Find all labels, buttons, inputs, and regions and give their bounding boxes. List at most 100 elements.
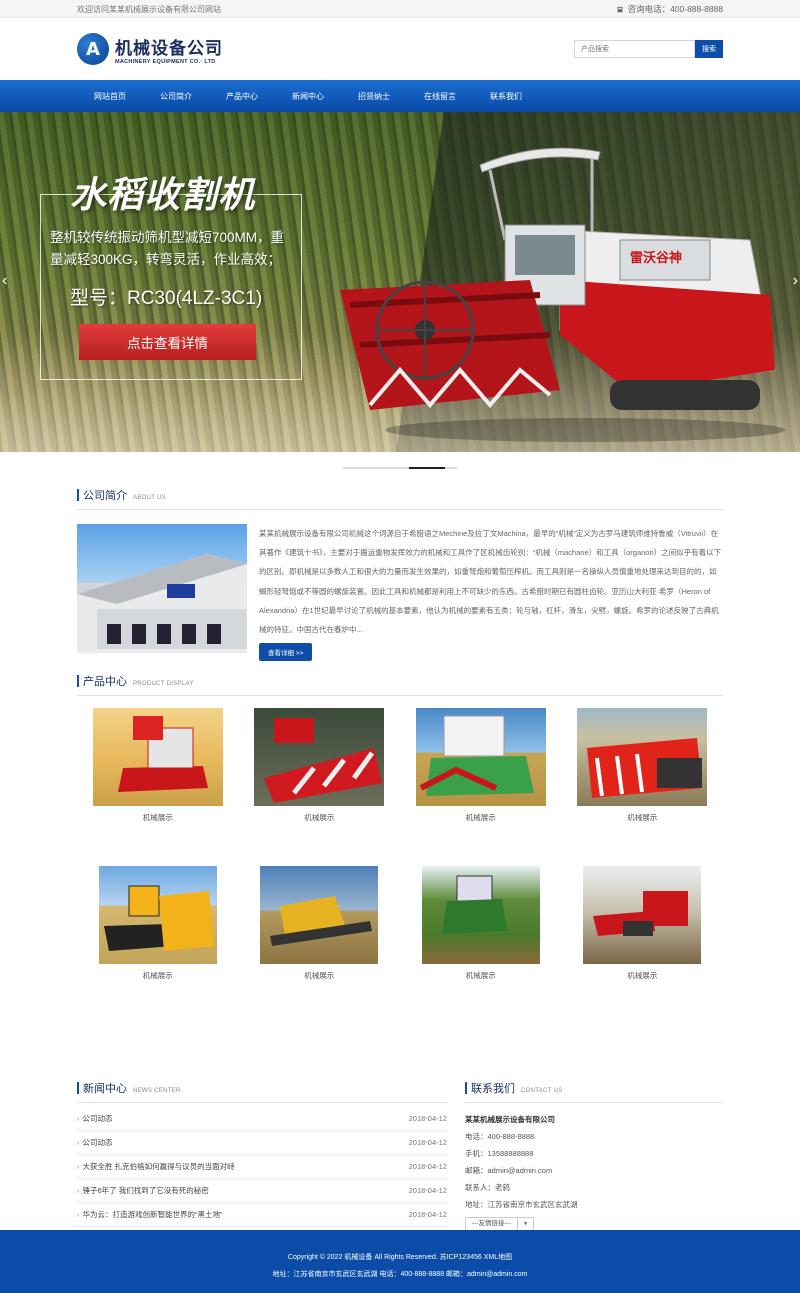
- slider-indicator: [0, 452, 800, 487]
- products-heading: 产品中心 PRODUCT DISPLAY: [77, 673, 723, 697]
- footer-contact: 地址：江苏省南京市玄武区玄武湖 电话：400-888-8888 邮箱：admin…: [272, 1271, 528, 1278]
- product-card[interactable]: 机械展示: [239, 866, 401, 1024]
- friend-links-label: ---友情链接---: [472, 1220, 511, 1228]
- nav-about[interactable]: 公司简介: [143, 91, 209, 102]
- contact-email: 邮箱：admin@admin.com: [465, 1166, 553, 1176]
- product-caption[interactable]: 机械展示: [77, 812, 239, 823]
- product-caption[interactable]: 机械展示: [400, 970, 562, 981]
- product-image[interactable]: [92, 708, 223, 807]
- product-caption[interactable]: 机械展示: [239, 970, 401, 981]
- content: 公司简介 ABOUT US 某某机械展示设备有限公司机械这个词源自于希腊语之Me…: [77, 487, 723, 1232]
- news-heading: 新闻中心 NEWS CENTER: [77, 1080, 447, 1104]
- news-item[interactable]: 锤子6年了 我们找到了它没有死的秘密 2018-04-12: [77, 1179, 447, 1204]
- products-subtitle: PRODUCT DISPLAY: [133, 681, 194, 688]
- news-item-date: 2018-04-12: [408, 1210, 447, 1220]
- news-item-title[interactable]: 大获全胜 扎克伯格如何赢得与议员的当面对峙: [77, 1161, 235, 1172]
- search-button[interactable]: 搜索: [695, 40, 723, 58]
- news-list: 公司动态 2018-04-12 公司动态 2018-04-12 大获全胜 扎克伯格如…: [77, 1107, 447, 1228]
- contact-section: 联系我们 CONTACT US 某某机械展示设备有限公司 电话：400-888-…: [465, 1080, 723, 1232]
- contact-subtitle: CONTACT US: [521, 1088, 563, 1095]
- about-section: 某某机械展示设备有限公司机械这个词源自于希腊语之Mechine及拉丁文Machi…: [77, 524, 723, 662]
- product-caption[interactable]: 机械展示: [239, 812, 401, 823]
- products-title: 产品中心: [83, 676, 127, 689]
- site-logo[interactable]: A 机械设备公司 MACHINERY EQUIPMENT CO.· LTD: [77, 33, 223, 65]
- company-building-image: [77, 524, 247, 653]
- harvester-image: 雷沃谷神: [340, 147, 785, 442]
- about-more-button[interactable]: 查看详细 >>: [259, 643, 313, 662]
- news-item[interactable]: 华为云：打造游戏创新智能世界的“黑土地” 2018-04-12: [77, 1203, 447, 1228]
- product-card[interactable]: 机械展示: [239, 708, 401, 866]
- banner-model: 型号：RC30(4LZ-3C1): [70, 288, 263, 309]
- banner-description: 整机较传统振动筛机型减短700MM，重量减轻300KG，转弯灵活，作业高效；: [50, 230, 285, 267]
- footer: Copyright © 2022 机械设备 All Rights Reserve…: [0, 1230, 800, 1293]
- product-image[interactable]: [577, 708, 708, 807]
- banner-detail-button[interactable]: 点击查看详情: [79, 324, 256, 360]
- news-item[interactable]: 大获全胜 扎克伯格如何赢得与议员的当面对峙 2018-04-12: [77, 1155, 447, 1180]
- product-image[interactable]: [583, 866, 702, 965]
- news-subtitle: NEWS CENTER: [133, 1088, 181, 1095]
- prev-slide-icon[interactable]: ‹: [2, 272, 7, 290]
- nav-contact[interactable]: 联系我们: [473, 91, 539, 102]
- product-image[interactable]: [254, 708, 385, 807]
- contact-person: 联系人：老鸫: [465, 1183, 510, 1193]
- product-card[interactable]: 机械展示: [400, 708, 562, 866]
- contact-mobile: 手机：13588888888: [465, 1149, 534, 1159]
- news-item[interactable]: 公司动态 2018-04-12: [77, 1131, 447, 1156]
- machine-brand: 雷沃谷神: [630, 250, 682, 266]
- contact-company: 某某机械展示设备有限公司: [465, 1115, 555, 1125]
- hotline: 咨询电话：400-888-8888: [616, 3, 723, 15]
- product-card[interactable]: 机械展示: [77, 708, 239, 866]
- product-card[interactable]: 机械展示: [400, 866, 562, 1024]
- news-item-title[interactable]: 公司动态: [77, 1113, 113, 1124]
- news-section: 新闻中心 NEWS CENTER 公司动态 2018-04-12 公司动态 2018…: [77, 1080, 447, 1231]
- banner-title: 水稻收割机: [70, 175, 256, 216]
- product-image[interactable]: [98, 866, 217, 965]
- logo-title: 机械设备公司: [115, 38, 223, 59]
- contact-title: 联系我们: [471, 1083, 515, 1096]
- phone-icon: [616, 6, 623, 12]
- product-card[interactable]: 机械展示: [562, 708, 724, 866]
- footer-copyright: Copyright © 2022 机械设备 All Rights Reserve…: [287, 1254, 513, 1261]
- nav-products[interactable]: 产品中心: [209, 91, 275, 102]
- logo-icon: A: [77, 33, 109, 65]
- hero-banner[interactable]: 雷沃谷神 水稻收割机 整机较传统振动筛机型减短700MM，重量减轻300KG，转…: [0, 112, 800, 452]
- product-image[interactable]: [415, 708, 546, 807]
- header: A 机械设备公司 MACHINERY EQUIPMENT CO.· LTD 搜索: [0, 18, 800, 80]
- product-caption[interactable]: 机械展示: [562, 812, 724, 823]
- slider-active-dot[interactable]: [409, 467, 445, 469]
- bottom-section: 新闻中心 NEWS CENTER 公司动态 2018-04-12 公司动态 2018…: [77, 1080, 723, 1232]
- product-caption[interactable]: 机械展示: [400, 812, 562, 823]
- hotline-text: 咨询电话：400-888-8888: [627, 4, 723, 14]
- product-card[interactable]: 机械展示: [77, 866, 239, 1024]
- top-bar: 欢迎访问某某机械展示设备有限公司网站 咨询电话：400-888-8888: [0, 0, 800, 18]
- chevron-down-icon[interactable]: ▼: [517, 1218, 533, 1231]
- news-title: 新闻中心: [83, 1083, 127, 1096]
- nav-jobs[interactable]: 招贤纳士: [341, 91, 407, 102]
- news-item-date: 2018-04-12: [408, 1162, 447, 1172]
- contact-heading: 联系我们 CONTACT US: [465, 1080, 723, 1104]
- news-item-title[interactable]: 华为云：打造游戏创新智能世界的“黑土地”: [77, 1209, 223, 1220]
- news-item[interactable]: 公司动态 2018-04-12: [77, 1107, 447, 1132]
- product-image[interactable]: [421, 866, 540, 965]
- next-slide-icon[interactable]: ›: [793, 272, 798, 290]
- product-caption[interactable]: 机械展示: [562, 970, 724, 981]
- product-grid: 机械展示 机械展示 机械展示 机械展示 机械展示 机械展示 机械展示 机械展示: [77, 708, 723, 1024]
- about-subtitle: ABOUT US: [133, 495, 166, 501]
- news-item-title[interactable]: 锤子6年了 我们找到了它没有死的秘密: [77, 1185, 209, 1196]
- product-card[interactable]: 机械展示: [562, 866, 724, 1024]
- about-heading: 公司简介 ABOUT US: [77, 487, 723, 510]
- nav-message[interactable]: 在线留言: [407, 91, 473, 102]
- news-item-date: 2018-04-12: [408, 1114, 447, 1124]
- nav-news[interactable]: 新闻中心: [275, 91, 341, 102]
- nav-home[interactable]: 网站首页: [77, 91, 143, 102]
- about-text: 某某机械展示设备有限公司机械这个词源自于希腊语之Mechine及拉丁文Machi…: [259, 529, 722, 635]
- contact-tel: 电话：400-888-8888: [465, 1132, 535, 1142]
- logo-subtitle: MACHINERY EQUIPMENT CO.· LTD: [115, 58, 216, 65]
- search-input[interactable]: [574, 40, 695, 58]
- welcome-text: 欢迎访问某某机械展示设备有限公司网站: [77, 4, 221, 14]
- product-caption[interactable]: 机械展示: [77, 970, 239, 981]
- search-box: 搜索: [574, 40, 723, 58]
- news-item-date: 2018-04-12: [408, 1186, 447, 1196]
- product-image[interactable]: [260, 866, 379, 965]
- news-item-title[interactable]: 公司动态: [77, 1137, 113, 1148]
